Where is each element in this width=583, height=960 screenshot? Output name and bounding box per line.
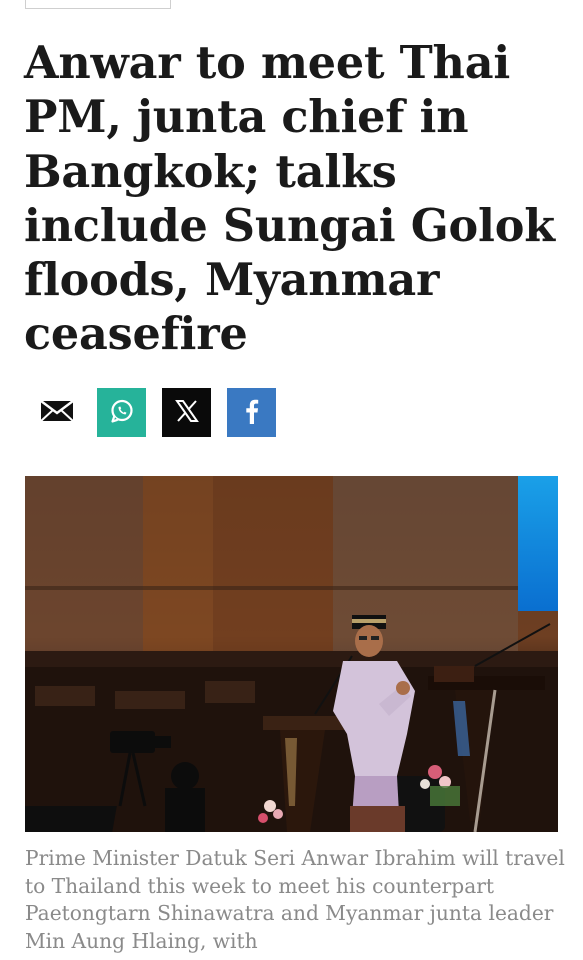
article-headline: Anwar to meet Thai PM, junta chief in Ba… — [24, 37, 555, 361]
share-whatsapp-button[interactable] — [97, 388, 146, 437]
share-facebook-button[interactable] — [227, 388, 276, 437]
top-nav-tab-fragment[interactable] — [25, 0, 171, 9]
envelope-icon — [39, 399, 74, 427]
share-x-button[interactable] — [162, 388, 211, 437]
facebook-icon — [245, 398, 259, 428]
x-icon — [174, 399, 199, 426]
whatsapp-icon — [109, 398, 135, 428]
image-caption: Prime Minister Datuk Seri Anwar Ibrahim … — [25, 846, 565, 953]
article-hero-image — [25, 476, 558, 832]
share-email-button[interactable] — [32, 388, 81, 437]
share-bar — [32, 388, 292, 437]
